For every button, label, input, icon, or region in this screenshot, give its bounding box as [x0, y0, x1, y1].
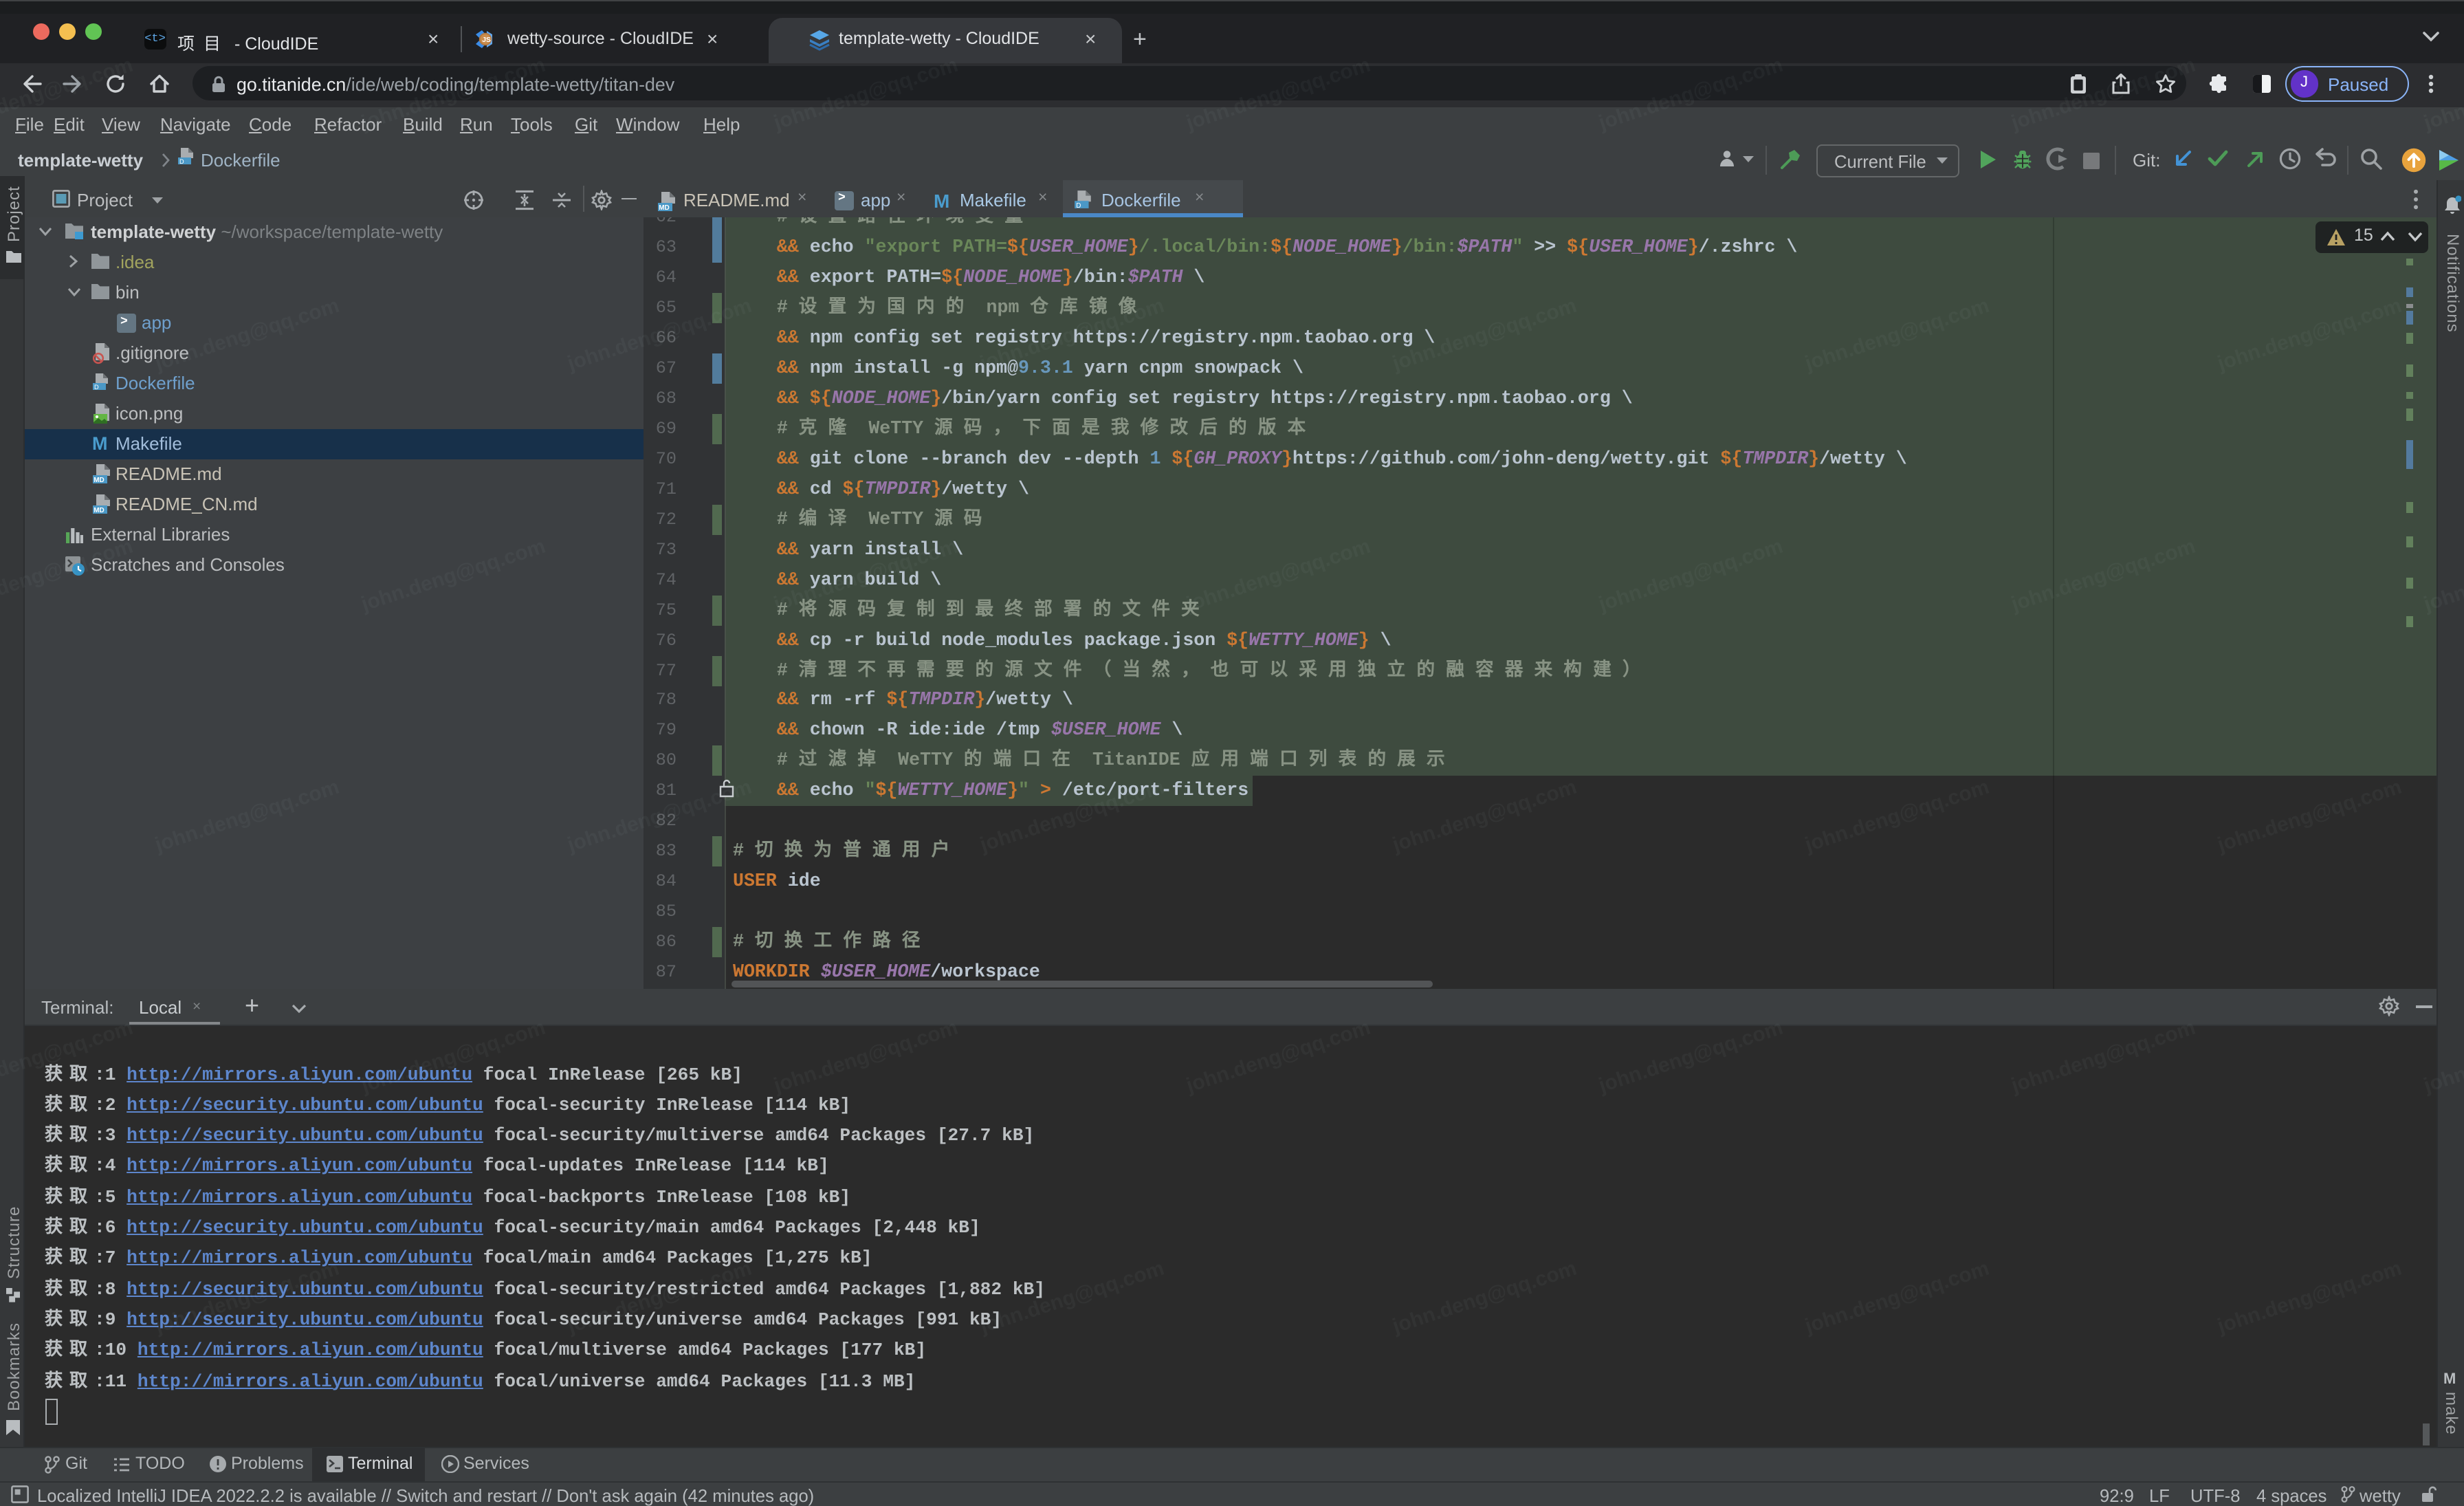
svg-text:D: D	[94, 384, 99, 391]
svg-text:MD: MD	[94, 507, 104, 514]
svg-text:D: D	[1076, 202, 1081, 209]
svg-text:JS: JS	[482, 36, 491, 44]
svg-text:MD: MD	[94, 477, 104, 484]
svg-text:D: D	[179, 157, 184, 164]
svg-text:MD: MD	[659, 204, 670, 211]
